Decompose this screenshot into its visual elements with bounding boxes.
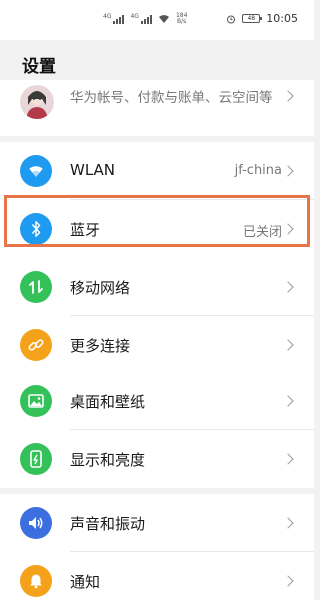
chevron-right-icon <box>282 395 294 407</box>
image-icon <box>20 385 52 417</box>
avatar <box>20 85 54 119</box>
chevron-right-icon <box>282 281 294 293</box>
sound-vibration-label: 声音和振动 <box>70 515 146 533</box>
wlan-label: WLAN <box>70 161 116 179</box>
clock: 10:05 <box>266 12 298 25</box>
chevron-right-icon <box>282 165 294 177</box>
display-brightness-row[interactable]: 显示和亮度 <box>0 430 314 488</box>
battery-level: 48 <box>247 15 256 22</box>
account-description: 华为帐号、付款与账单、云空间等 <box>70 90 273 106</box>
chevron-right-icon <box>282 339 294 351</box>
notifications-label: 通知 <box>70 573 101 591</box>
chevron-right-icon <box>282 453 294 465</box>
speaker-icon <box>20 507 52 539</box>
sound-vibration-row[interactable]: 声音和振动 <box>0 494 314 552</box>
page-title: 设置 <box>22 57 56 77</box>
notifications-row[interactable]: 通知 <box>0 552 314 600</box>
wlan-row[interactable]: WLAN jf-china <box>0 142 314 200</box>
phone-display-icon <box>20 443 52 475</box>
desktop-wallpaper-label: 桌面和壁纸 <box>70 393 146 411</box>
alarm-icon <box>227 15 236 23</box>
signal-tag: 4G <box>103 13 112 20</box>
chevron-right-icon <box>282 90 294 102</box>
link-icon <box>20 329 52 361</box>
wifi-icon <box>20 155 52 187</box>
signal-tag-2: 4G <box>130 13 139 20</box>
mobile-network-label: 移动网络 <box>70 279 131 297</box>
speed-unit: B/s <box>177 18 187 25</box>
signal-icon-2: 4G <box>130 13 152 24</box>
highlight-annotation <box>4 195 310 247</box>
bell-icon <box>20 565 52 597</box>
mobile-network-row[interactable]: 移动网络 <box>0 258 314 316</box>
chevron-right-icon <box>282 517 294 529</box>
status-bar: 4G 4G 184 B/s 48 10:05 <box>0 0 314 40</box>
status-indicators: 4G 4G 184 B/s <box>103 13 187 25</box>
mobile-data-icon <box>20 271 52 303</box>
chevron-right-icon <box>282 575 294 587</box>
display-brightness-label: 显示和亮度 <box>70 451 146 469</box>
more-connections-row[interactable]: 更多连接 <box>0 316 314 374</box>
wifi-status-icon <box>158 15 169 23</box>
more-connections-label: 更多连接 <box>70 337 131 355</box>
account-entry[interactable]: 华为帐号、付款与账单、云空间等 <box>0 80 314 136</box>
battery-icon: 48 <box>242 14 263 23</box>
wlan-value: jf-china <box>234 163 282 178</box>
network-speed: 184 B/s <box>176 13 187 25</box>
signal-icon: 4G <box>103 13 125 24</box>
status-right: 48 10:05 <box>226 12 298 25</box>
desktop-wallpaper-row[interactable]: 桌面和壁纸 <box>0 372 314 430</box>
